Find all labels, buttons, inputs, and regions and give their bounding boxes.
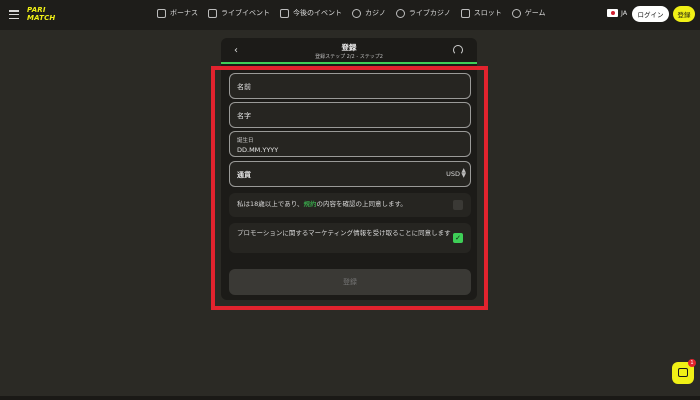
nav-item-live-casino[interactable]: ライブカジノ — [395, 8, 451, 18]
panel-title: 登録 — [341, 43, 357, 52]
live-casino-icon — [395, 8, 405, 18]
panel-header: ‹ 登録 登録ステップ 2/2 - ステップ2 — [221, 38, 477, 64]
top-navigation-bar: PARI MATCH ボーナス ライブイベント 今後のイベント カジノ ライブカ… — [0, 0, 700, 30]
casino-chip-icon — [352, 8, 361, 18]
japan-flag-icon — [607, 9, 618, 17]
calendar-icon — [280, 8, 289, 18]
chat-notification-badge: 1 — [688, 359, 696, 367]
step-indicator: 登録ステップ 2/2 - ステップ2 — [315, 54, 383, 60]
main-nav: ボーナス ライブイベント 今後のイベント カジノ ライブカジノ スロット ゲーム — [157, 8, 546, 18]
bottom-strip — [0, 396, 700, 400]
language-selector[interactable]: JA — [607, 9, 627, 17]
register-button[interactable]: 登録 — [673, 6, 695, 22]
chat-button[interactable]: 1 — [672, 359, 696, 384]
hamburger-menu-icon[interactable] — [9, 10, 19, 19]
slot-icon — [460, 8, 470, 18]
nav-item-bonus[interactable]: ボーナス — [157, 8, 198, 18]
nav-item-live-events[interactable]: ライブイベント — [208, 8, 270, 18]
chat-icon — [678, 368, 688, 377]
red-highlight-box — [211, 66, 488, 310]
support-headset-icon[interactable] — [453, 45, 463, 55]
rocket-icon — [511, 8, 521, 18]
nav-item-upcoming-events[interactable]: 今後のイベント — [280, 8, 342, 18]
nav-item-games[interactable]: ゲーム — [511, 8, 546, 18]
gift-icon — [157, 8, 166, 18]
nav-item-casino[interactable]: カジノ — [352, 8, 386, 18]
live-tv-icon — [208, 8, 217, 18]
login-button[interactable]: ログイン — [632, 6, 669, 22]
nav-item-slots[interactable]: スロット — [460, 8, 502, 18]
parimatch-logo[interactable]: PARI MATCH — [27, 6, 67, 24]
